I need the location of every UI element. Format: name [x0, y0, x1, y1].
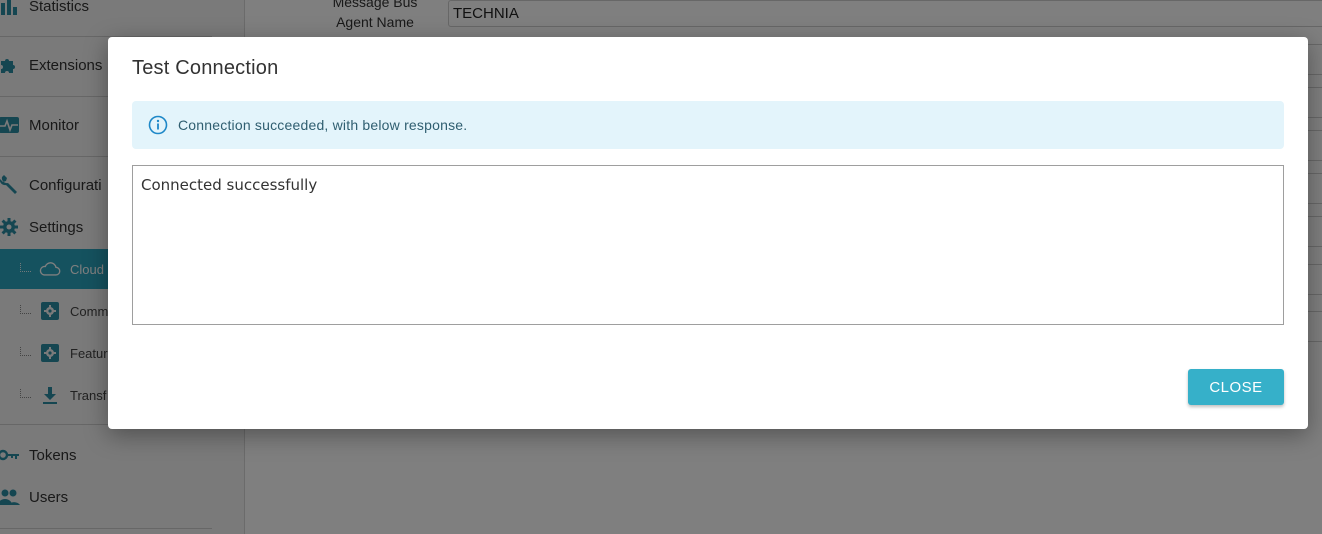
test-connection-dialog: Test Connection Connection succeeded, wi…	[108, 37, 1308, 429]
info-icon	[148, 115, 168, 135]
dialog-title: Test Connection	[132, 57, 279, 79]
response-textarea[interactable]: Connected successfully	[132, 165, 1284, 325]
info-banner: Connection succeeded, with below respons…	[132, 101, 1284, 149]
info-message: Connection succeeded, with below respons…	[178, 117, 468, 133]
close-button[interactable]: CLOSE	[1188, 369, 1284, 405]
